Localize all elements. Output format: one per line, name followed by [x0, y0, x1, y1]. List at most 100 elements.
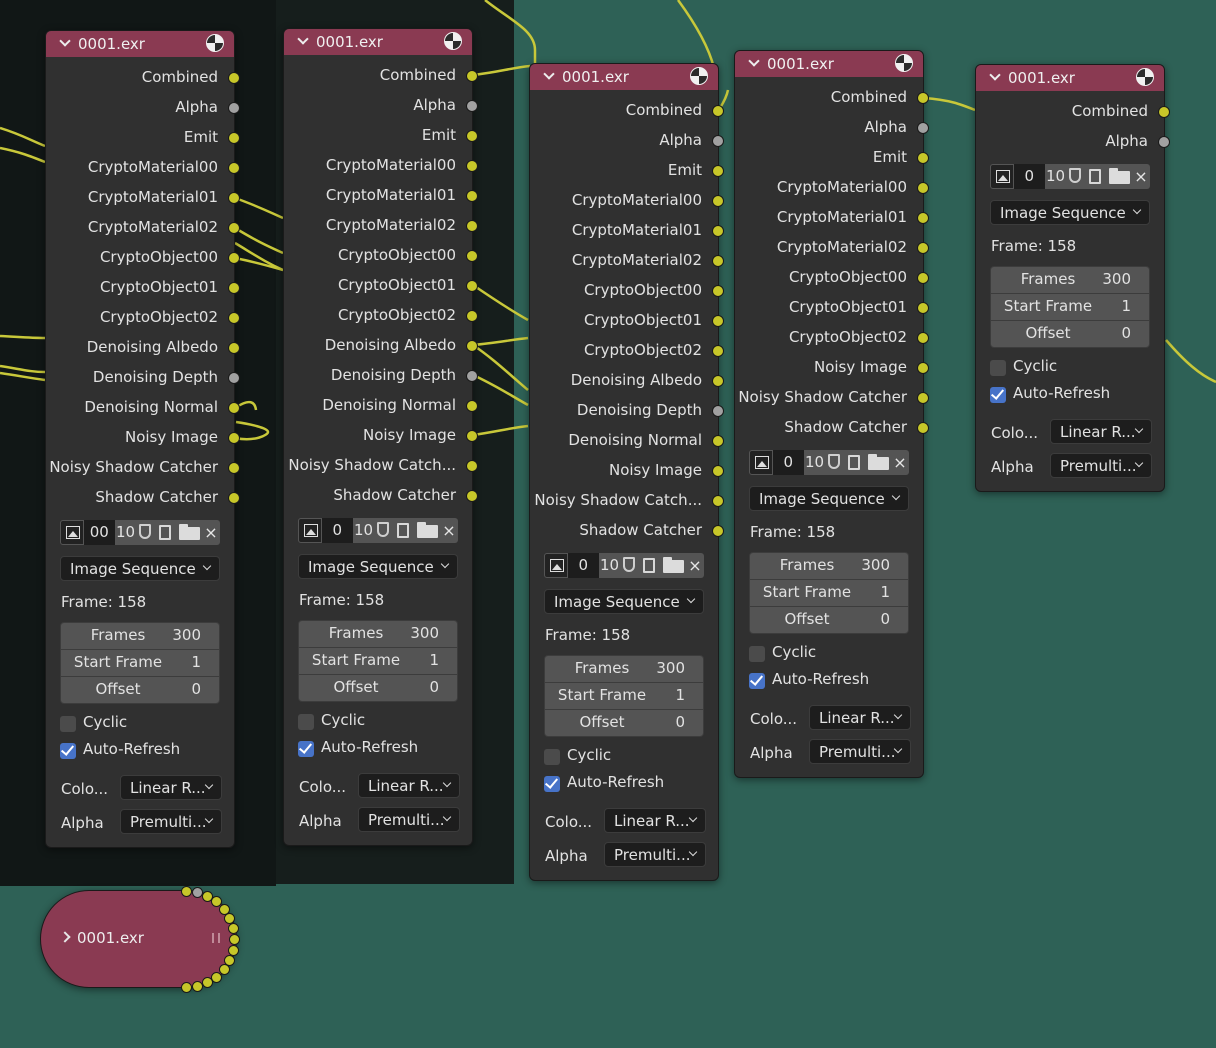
cyclic-checkbox[interactable]	[990, 360, 1006, 376]
color-socket[interactable]	[466, 400, 478, 412]
color-socket[interactable]	[712, 465, 724, 477]
image-browse-icon[interactable]	[990, 164, 1014, 189]
cyclic-checkbox[interactable]	[298, 714, 314, 730]
alpha-socket[interactable]	[228, 372, 240, 384]
color-socket[interactable]	[191, 980, 203, 992]
color-socket[interactable]	[917, 362, 929, 374]
render-preview-icon[interactable]	[690, 67, 708, 85]
chevron-down-icon[interactable]	[298, 35, 308, 45]
image-name-field[interactable]: 0	[1013, 164, 1045, 189]
alpha-socket[interactable]	[466, 370, 478, 382]
auto-refresh-option[interactable]: Auto-Refresh	[990, 383, 1164, 410]
fake-user-shield-icon[interactable]	[1066, 164, 1085, 189]
image-node[interactable]: 0001.exr Combined Alpha Emit CryptoMater…	[734, 50, 929, 778]
folder-icon[interactable]	[865, 450, 891, 475]
color-socket[interactable]	[917, 272, 929, 284]
auto-refresh-checkbox[interactable]	[544, 776, 560, 792]
start-frame-field[interactable]: Start Frame 1	[545, 682, 703, 709]
color-socket[interactable]	[917, 212, 929, 224]
close-icon[interactable]: ×	[1131, 164, 1150, 189]
color-socket[interactable]	[228, 222, 240, 234]
collapsed-image-node[interactable]: 0001.exr	[40, 886, 240, 993]
render-preview-icon[interactable]	[895, 54, 913, 72]
start-frame-field[interactable]: Start Frame 1	[299, 647, 457, 674]
source-dropdown[interactable]: Image Sequence	[749, 486, 909, 511]
node-header[interactable]: 0001.exr	[46, 31, 234, 57]
color-socket[interactable]	[181, 982, 192, 993]
color-socket[interactable]	[712, 195, 724, 207]
color-socket[interactable]	[228, 402, 240, 414]
color-socket[interactable]	[917, 92, 929, 104]
color-socket[interactable]	[228, 462, 240, 474]
color-socket[interactable]	[181, 886, 192, 897]
copy-icon[interactable]	[1084, 164, 1107, 189]
source-dropdown[interactable]: Image Sequence	[60, 556, 220, 581]
start-frame-field[interactable]: Start Frame 1	[750, 579, 908, 606]
copy-icon[interactable]	[843, 450, 866, 475]
cyclic-option[interactable]: Cyclic	[749, 642, 923, 669]
image-browse-icon[interactable]	[298, 518, 322, 543]
color-socket[interactable]	[229, 934, 240, 945]
color-space-dropdown[interactable]: Linear R...	[809, 705, 911, 730]
color-socket[interactable]	[712, 375, 724, 387]
node-header[interactable]: 0001.exr	[530, 64, 718, 90]
image-browse-icon[interactable]	[749, 450, 773, 475]
color-socket[interactable]	[201, 977, 213, 989]
start-frame-field[interactable]: Start Frame 1	[991, 293, 1149, 320]
cyclic-checkbox[interactable]	[749, 646, 765, 662]
image-node[interactable]: 0001.exr Combined Alpha Emit CryptoMater…	[45, 30, 240, 848]
alpha-mode-dropdown[interactable]: Premulti...	[809, 739, 911, 764]
color-socket[interactable]	[917, 422, 929, 434]
chevron-right-icon[interactable]	[59, 931, 71, 943]
source-dropdown[interactable]: Image Sequence	[544, 589, 704, 614]
color-socket[interactable]	[466, 130, 478, 142]
alpha-socket[interactable]	[712, 405, 724, 417]
color-space-dropdown[interactable]: Linear R...	[1050, 419, 1152, 444]
frames-field[interactable]: Frames 300	[61, 623, 219, 649]
cyclic-option[interactable]: Cyclic	[298, 710, 472, 737]
color-socket[interactable]	[712, 495, 724, 507]
auto-refresh-option[interactable]: Auto-Refresh	[544, 772, 718, 799]
color-socket[interactable]	[466, 280, 478, 292]
copy-icon[interactable]	[154, 520, 177, 545]
color-socket[interactable]	[228, 132, 240, 144]
close-icon[interactable]: ×	[890, 450, 909, 475]
fake-user-shield-icon[interactable]	[374, 518, 393, 543]
chevron-down-icon[interactable]	[60, 37, 70, 47]
color-space-dropdown[interactable]: Linear R...	[604, 808, 706, 833]
auto-refresh-checkbox[interactable]	[298, 741, 314, 757]
folder-icon[interactable]	[414, 518, 440, 543]
user-count[interactable]: 10	[114, 520, 137, 545]
color-socket[interactable]	[1158, 106, 1170, 118]
color-socket[interactable]	[466, 310, 478, 322]
color-socket[interactable]	[228, 432, 240, 444]
color-socket[interactable]	[712, 435, 724, 447]
alpha-socket[interactable]	[917, 122, 929, 134]
start-frame-field[interactable]: Start Frame 1	[61, 649, 219, 676]
color-socket[interactable]	[466, 340, 478, 352]
cyclic-option[interactable]: Cyclic	[990, 356, 1164, 383]
image-name-field[interactable]: 0	[321, 518, 353, 543]
image-browse-icon[interactable]	[60, 520, 84, 545]
color-socket[interactable]	[712, 315, 724, 327]
fake-user-shield-icon[interactable]	[620, 553, 639, 578]
color-socket[interactable]	[228, 192, 240, 204]
color-socket[interactable]	[466, 250, 478, 262]
fake-user-shield-icon[interactable]	[825, 450, 844, 475]
node-header[interactable]: 0001.exr	[735, 51, 923, 77]
close-icon[interactable]: ×	[685, 553, 704, 578]
cyclic-checkbox[interactable]	[60, 716, 76, 732]
color-socket[interactable]	[917, 182, 929, 194]
fake-user-shield-icon[interactable]	[136, 520, 155, 545]
color-socket[interactable]	[712, 165, 724, 177]
auto-refresh-option[interactable]: Auto-Refresh	[749, 669, 923, 696]
offset-field[interactable]: Offset 0	[750, 606, 908, 633]
source-dropdown[interactable]: Image Sequence	[298, 554, 458, 579]
alpha-socket[interactable]	[1158, 136, 1170, 148]
alpha-socket[interactable]	[712, 135, 724, 147]
user-count[interactable]: 10	[598, 553, 621, 578]
user-count[interactable]: 10	[352, 518, 375, 543]
cyclic-checkbox[interactable]	[544, 749, 560, 765]
frames-field[interactable]: Frames 300	[750, 553, 908, 579]
auto-refresh-option[interactable]: Auto-Refresh	[60, 739, 234, 766]
